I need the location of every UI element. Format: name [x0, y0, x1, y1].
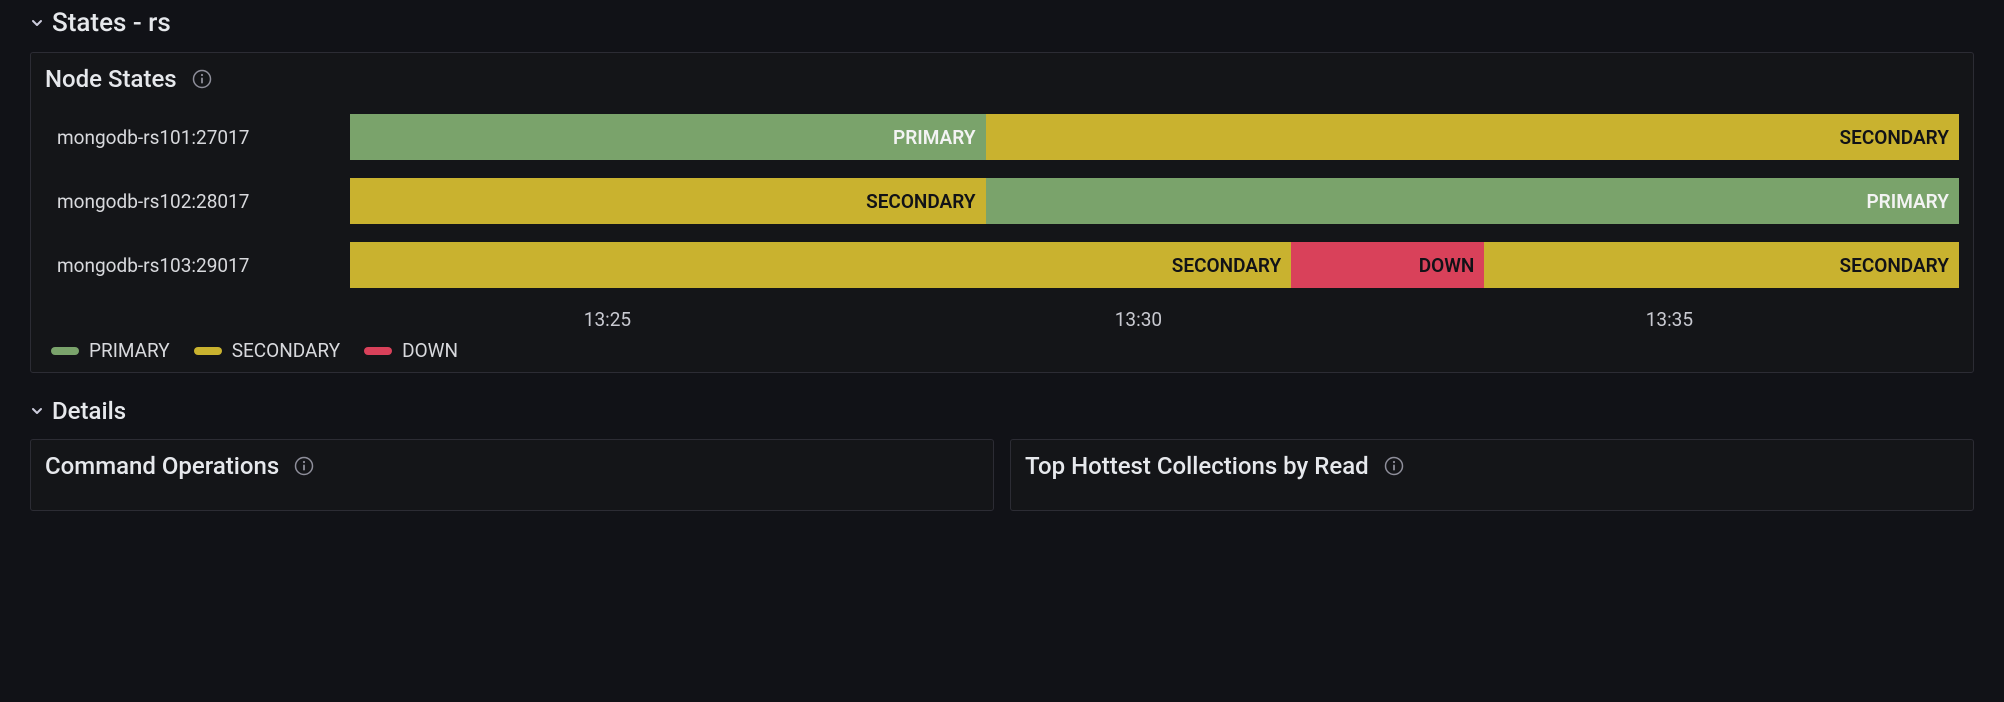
state-segment-down[interactable]: DOWN [1291, 242, 1484, 288]
details-row: Command Operations Top Hottest Collectio… [30, 439, 1974, 511]
legend-item-primary[interactable]: PRIMARY [51, 339, 170, 362]
timeline-bar[interactable]: PRIMARY SECONDARY [350, 114, 1959, 160]
section-header-details[interactable]: Details [30, 389, 1974, 439]
state-segment-secondary[interactable]: SECONDARY [1484, 242, 1959, 288]
info-icon[interactable] [1383, 455, 1405, 477]
state-segment-primary[interactable]: PRIMARY [350, 114, 986, 160]
axis-tick: 13:25 [584, 308, 631, 331]
legend: PRIMARY SECONDARY DOWN [45, 339, 1959, 362]
panel-title-hottest: Top Hottest Collections by Read [1025, 452, 1369, 480]
node-label: mongodb-rs101:27017 [45, 126, 350, 149]
panel-title-node-states: Node States [45, 65, 177, 93]
timeline-area: mongodb-rs101:27017 PRIMARY SECONDARY mo… [45, 113, 1959, 362]
axis-tick: 13:30 [1115, 308, 1162, 331]
segment-label: SECONDARY [866, 190, 975, 213]
chevron-down-icon [30, 16, 44, 30]
timeline-row: mongodb-rs103:29017 SECONDARY DOWN SECON… [45, 241, 1959, 289]
state-segment-secondary[interactable]: SECONDARY [350, 178, 986, 224]
node-states-panel: Node States mongodb-rs101:27017 PRIMARY … [30, 52, 1974, 373]
swatch-secondary-icon [194, 347, 222, 355]
command-operations-panel: Command Operations [30, 439, 994, 511]
segment-label: DOWN [1419, 254, 1475, 277]
panel-title-command-ops: Command Operations [45, 452, 279, 480]
legend-label: PRIMARY [89, 339, 170, 362]
legend-label: SECONDARY [232, 339, 340, 362]
section-title-states: States - rs [52, 8, 171, 38]
panel-header: Top Hottest Collections by Read [1025, 452, 1959, 480]
segment-label: SECONDARY [1840, 254, 1949, 277]
hottest-collections-panel: Top Hottest Collections by Read [1010, 439, 1974, 511]
chevron-down-icon [30, 404, 44, 418]
state-segment-secondary[interactable]: SECONDARY [350, 242, 1291, 288]
segment-label: PRIMARY [893, 126, 976, 149]
panel-header: Node States [45, 65, 1959, 93]
node-label: mongodb-rs102:28017 [45, 190, 350, 213]
info-icon[interactable] [293, 455, 315, 477]
timeline-row: mongodb-rs102:28017 SECONDARY PRIMARY [45, 177, 1959, 225]
swatch-down-icon [364, 347, 392, 355]
section-title-details: Details [52, 397, 126, 425]
axis-tick: 13:35 [1646, 308, 1693, 331]
timeline-bar[interactable]: SECONDARY PRIMARY [350, 178, 1959, 224]
section-header-states[interactable]: States - rs [30, 0, 1974, 52]
info-icon[interactable] [191, 68, 213, 90]
legend-item-secondary[interactable]: SECONDARY [194, 339, 340, 362]
timeline-row: mongodb-rs101:27017 PRIMARY SECONDARY [45, 113, 1959, 161]
time-axis: 13:25 13:30 13:35 [350, 305, 1959, 333]
segment-label: SECONDARY [1172, 254, 1281, 277]
segment-label: PRIMARY [1866, 190, 1949, 213]
state-segment-primary[interactable]: PRIMARY [986, 178, 1959, 224]
swatch-primary-icon [51, 347, 79, 355]
segment-label: SECONDARY [1840, 126, 1949, 149]
timeline-bar[interactable]: SECONDARY DOWN SECONDARY [350, 242, 1959, 288]
legend-item-down[interactable]: DOWN [364, 339, 458, 362]
legend-label: DOWN [402, 339, 458, 362]
state-segment-secondary[interactable]: SECONDARY [986, 114, 1959, 160]
panel-header: Command Operations [45, 452, 979, 480]
node-label: mongodb-rs103:29017 [45, 254, 350, 277]
